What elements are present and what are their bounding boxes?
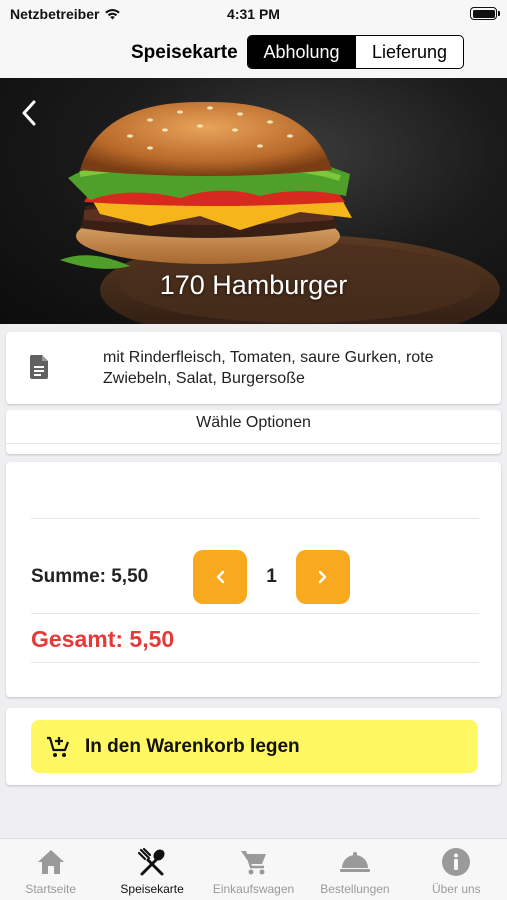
increase-quantity-button[interactable] [296, 550, 350, 604]
add-to-cart-button[interactable]: In den Warenkorb legen [31, 720, 478, 773]
status-bar: Netzbetreiber 4:31 PM [0, 0, 507, 28]
cloche-icon [339, 846, 371, 878]
gesamt-label: Gesamt: 5,50 [31, 626, 175, 652]
tab-bestellungen[interactable]: Bestellungen [304, 839, 405, 900]
chevron-left-icon [216, 570, 225, 584]
battery-icon [470, 7, 500, 20]
chevron-right-icon [318, 570, 327, 584]
tab-speisekarte[interactable]: Speisekarte [101, 839, 202, 900]
divider [31, 662, 479, 663]
nav-title: Speisekarte [131, 42, 238, 63]
tab-label: Speisekarte [120, 882, 184, 896]
tab-label: Über uns [431, 882, 481, 896]
info-icon [440, 846, 472, 878]
tab-label: Startseite [25, 882, 77, 896]
add-to-cart-icon [45, 734, 71, 760]
tab-label: Einkaufswagen [212, 882, 295, 896]
tab-einkaufswagen[interactable]: Einkaufswagen [203, 839, 304, 900]
summe-label: Summe: 5,50 [31, 566, 149, 587]
product-description: mit Rinderfleisch, Tomaten, saure Gurken… [103, 349, 434, 387]
quantity-card: Summe: 5,50 1 Gesamt: 5,50 [6, 462, 501, 697]
cutlery-icon [136, 846, 168, 878]
divider [6, 443, 501, 444]
chevron-left-icon [22, 100, 36, 126]
fulfillment-segmented-control: Abholung Lieferung [247, 35, 464, 69]
back-button[interactable] [14, 98, 44, 128]
description-card: mit Rinderfleisch, Tomaten, saure Gurken… [6, 332, 501, 404]
tab-startseite[interactable]: Startseite [0, 839, 101, 900]
segment-abholung[interactable]: Abholung [248, 36, 355, 68]
nav-bar: Speisekarte Abholung Lieferung [0, 28, 507, 78]
add-to-cart-label[interactable]: In den Warenkorb legen [85, 736, 300, 758]
decrease-quantity-button[interactable] [193, 550, 247, 604]
options-card[interactable]: Wähle Optionen [6, 410, 501, 454]
options-label[interactable]: Wähle Optionen [6, 414, 501, 432]
cart-icon [238, 846, 270, 878]
home-icon [35, 846, 67, 878]
product-hero-image: 170 Hamburger [0, 78, 507, 324]
clock: 4:31 PM [227, 6, 280, 22]
tab-bar: Startseite Speisekarte Einkaufswagen Bes… [0, 838, 507, 900]
product-title: 170 Hamburger [159, 270, 348, 300]
divider [31, 518, 479, 519]
document-icon [29, 355, 48, 379]
divider [31, 613, 479, 614]
tab-ueber-uns[interactable]: Über uns [406, 839, 507, 900]
tab-label: Bestellungen [320, 882, 390, 896]
quantity-value: 1 [266, 566, 277, 587]
add-to-cart-card: In den Warenkorb legen [6, 708, 501, 785]
segment-lieferung[interactable]: Lieferung [355, 36, 463, 68]
